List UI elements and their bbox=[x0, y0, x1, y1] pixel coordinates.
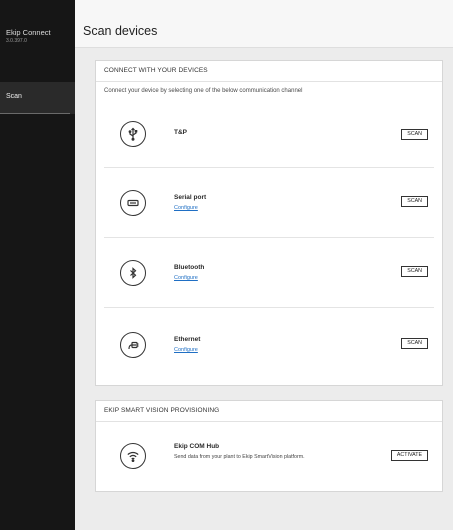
scan-serial-port-button[interactable]: SCAN bbox=[401, 196, 428, 207]
device-name: Ethernet bbox=[174, 336, 201, 343]
activate-button[interactable]: ACTIVATE bbox=[390, 450, 428, 461]
serial-port-icon bbox=[120, 190, 146, 216]
bluetooth-icon bbox=[120, 260, 146, 286]
device-row-com-hub: Ekip COM Hub Send data from your plant t… bbox=[104, 423, 434, 491]
device-row-bluetooth: Bluetooth Configure SCAN bbox=[104, 238, 434, 308]
sidebar-item-divider bbox=[0, 113, 70, 114]
configure-bluetooth-link[interactable]: Configure bbox=[174, 275, 198, 281]
scan-tp-button[interactable]: SCAN bbox=[401, 129, 428, 140]
device-name: T&P bbox=[174, 129, 187, 136]
scan-ethernet-button[interactable]: SCAN bbox=[401, 338, 428, 349]
device-row-serial-port: Serial port Configure SCAN bbox=[104, 168, 434, 238]
app-version: 3.0.397.0 bbox=[6, 38, 27, 44]
device-row-tp: T&P SCAN bbox=[104, 105, 434, 168]
sidebar-item-label: Scan bbox=[6, 93, 22, 100]
device-name: Serial port bbox=[174, 194, 207, 201]
card-title: EKIP SMART VISION PROVISIONING bbox=[96, 401, 442, 422]
configure-serial-link[interactable]: Configure bbox=[174, 205, 198, 211]
configure-ethernet-link[interactable]: Configure bbox=[174, 347, 198, 353]
card-description: Connect your device by selecting one of … bbox=[104, 88, 303, 94]
sidebar: Ekip Connect 3.0.397.0 Scan bbox=[0, 0, 75, 530]
device-name: Ekip COM Hub bbox=[174, 443, 220, 450]
provisioning-card: EKIP SMART VISION PROVISIONING Ekip COM … bbox=[95, 400, 443, 492]
sidebar-item-scan[interactable]: Scan bbox=[0, 82, 75, 114]
ethernet-icon bbox=[120, 332, 146, 358]
card-title: CONNECT WITH YOUR DEVICES bbox=[96, 61, 442, 82]
device-description: Send data from your plant to Ekip SmartV… bbox=[174, 454, 305, 460]
page-title: Scan devices bbox=[83, 24, 158, 38]
wifi-icon bbox=[120, 443, 146, 469]
page-header: Scan devices bbox=[75, 0, 453, 48]
app-title: Ekip Connect bbox=[6, 28, 51, 37]
scan-bluetooth-button[interactable]: SCAN bbox=[401, 266, 428, 277]
main-content: Scan devices CONNECT WITH YOUR DEVICES C… bbox=[75, 0, 453, 530]
device-row-ethernet: Ethernet Configure SCAN bbox=[104, 308, 434, 372]
usb-icon bbox=[120, 121, 146, 147]
connect-devices-card: CONNECT WITH YOUR DEVICES Connect your d… bbox=[95, 60, 443, 386]
device-name: Bluetooth bbox=[174, 264, 205, 271]
